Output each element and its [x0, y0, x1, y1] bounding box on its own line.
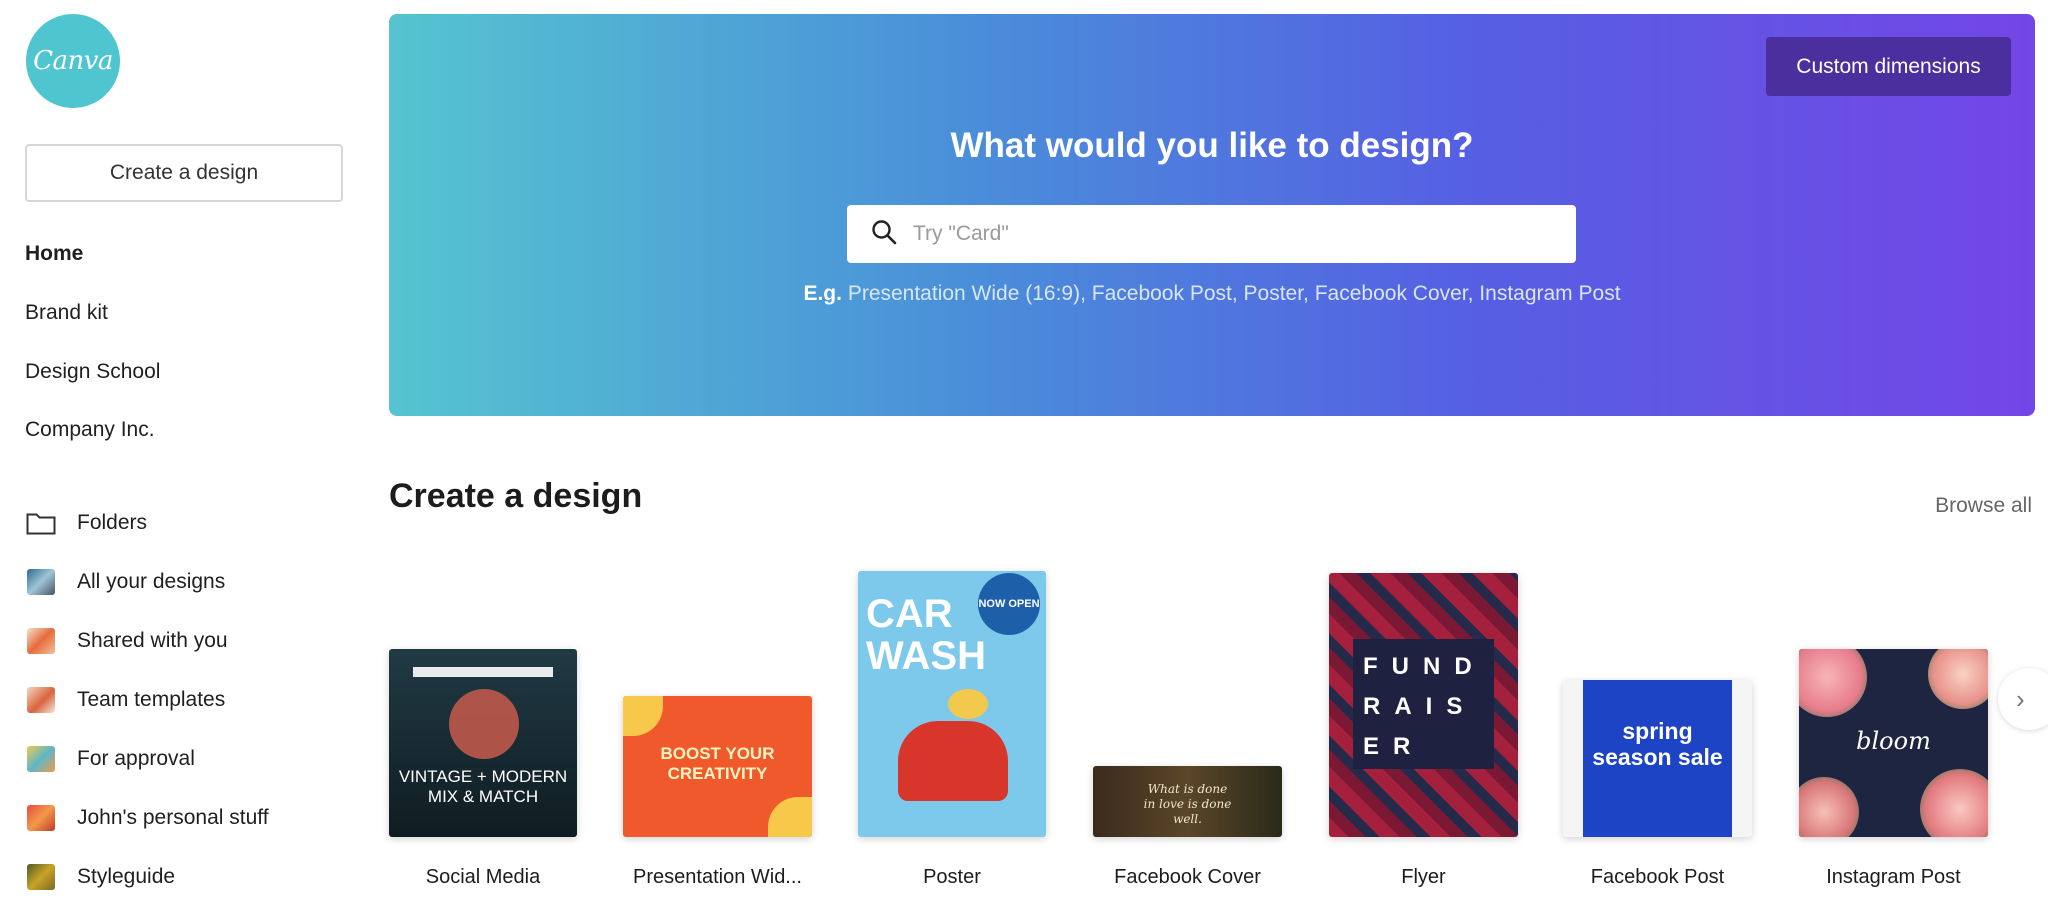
folder-icon [25, 510, 57, 536]
card-label: Poster [923, 866, 981, 888]
design-card-flyer[interactable]: FUND RAIS ER Flyer [1329, 573, 1518, 888]
sidebar-item-label: For approval [77, 747, 195, 770]
sidebar-item-johns-stuff[interactable]: John's personal stuff [25, 805, 269, 831]
nav-design-school[interactable]: Design School [25, 360, 160, 384]
sidebar-item-label: Styleguide [77, 865, 176, 888]
sidebar-item-label: John's personal stuff [77, 806, 269, 829]
facebook-cover-thumbnail: What is done in love is done well. [1093, 766, 1282, 837]
styleguide-thumbnail-icon [25, 864, 57, 890]
for-approval-thumbnail-icon [25, 746, 57, 772]
design-card-social-media[interactable]: VINTAGE + MODERN MIX & MATCH Social Medi… [389, 649, 577, 888]
shared-thumbnail-icon [25, 628, 57, 654]
flyer-thumbnail: FUND RAIS ER [1329, 573, 1518, 837]
sidebar-item-for-approval[interactable]: For approval [25, 746, 195, 772]
sidebar-item-team-templates[interactable]: Team templates [25, 687, 225, 713]
sidebar-item-label: Shared with you [77, 629, 228, 652]
sidebar-item-styleguide[interactable]: Styleguide [25, 864, 175, 890]
browse-all-link[interactable]: Browse all [1935, 494, 2032, 518]
sidebar-item-label: Folders [77, 511, 148, 534]
facebook-cover-thumb-text: What is done in love is done well. [1143, 782, 1232, 826]
flyer-thumb-text: FUND RAIS ER [1363, 653, 1486, 760]
design-card-facebook-post[interactable]: spring season sale Facebook Post [1563, 680, 1752, 888]
card-label: Presentation Wid... [633, 866, 802, 888]
card-label: Social Media [425, 866, 541, 888]
facebook-post-thumbnail: spring season sale [1563, 680, 1752, 837]
instagram-post-thumb-text: bloom [1856, 727, 1931, 755]
team-templates-thumbnail-icon [25, 687, 57, 713]
design-card-instagram-post[interactable]: bloom Instagram Post [1799, 649, 1988, 888]
logo-text: Canva [33, 46, 113, 76]
design-card-presentation[interactable]: BOOST YOUR CREATIVITY Presentation Wid..… [623, 696, 812, 888]
nav-brand-kit[interactable]: Brand kit [25, 301, 108, 325]
design-examples: E.g. Presentation Wide (16:9), Facebook … [389, 282, 2035, 306]
card-label: Facebook Post [1590, 866, 1725, 888]
examples-prefix: E.g. [803, 282, 842, 305]
sidebar: Canva Create a design Home Brand kit Des… [0, 0, 365, 904]
carousel-next-button[interactable]: › [1998, 668, 2048, 730]
social-media-thumb-text: VINTAGE + MODERN MIX & MATCH [398, 767, 568, 806]
poster-thumbnail: NOW OPEN CAR WASH [858, 571, 1046, 837]
search-input[interactable] [913, 222, 1533, 246]
johns-stuff-thumbnail-icon [25, 805, 57, 831]
chevron-right-icon: › [2016, 683, 2025, 714]
presentation-thumb-text: BOOST YOUR CREATIVITY [660, 744, 775, 783]
poster-thumb-text: CAR WASH [866, 592, 986, 678]
nav-company-inc[interactable]: Company Inc. [25, 418, 155, 442]
sidebar-item-shared[interactable]: Shared with you [25, 628, 228, 654]
presentation-thumbnail: BOOST YOUR CREATIVITY [623, 696, 812, 837]
card-label: Flyer [1401, 866, 1446, 888]
hero-title: What would you like to design? [950, 126, 1474, 165]
design-card-poster[interactable]: NOW OPEN CAR WASH Poster [858, 571, 1046, 888]
sidebar-item-all-designs[interactable]: All your designs [25, 569, 225, 595]
sidebar-item-label: Team templates [77, 688, 226, 711]
section-title: Create a design [389, 477, 643, 515]
nav-home[interactable]: Home [25, 242, 83, 266]
card-label: Instagram Post [1826, 866, 1961, 888]
design-card-facebook-cover[interactable]: What is done in love is done well. Faceb… [1093, 766, 1282, 888]
sidebar-item-label: All your designs [77, 570, 226, 593]
all-designs-thumbnail-icon [25, 569, 57, 595]
examples-links[interactable]: Presentation Wide (16:9), Facebook Post,… [848, 282, 1621, 305]
search-icon [871, 219, 897, 250]
instagram-post-thumbnail: bloom [1799, 649, 1988, 837]
design-search-box[interactable] [847, 205, 1576, 263]
custom-dimensions-button[interactable]: Custom dimensions [1766, 37, 2011, 96]
facebook-post-thumb-text: spring season sale [1592, 718, 1723, 770]
sidebar-item-folders[interactable]: Folders [25, 510, 147, 536]
create-design-button[interactable]: Create a design [25, 144, 343, 202]
canva-logo[interactable]: Canva [26, 14, 120, 108]
social-media-thumbnail: VINTAGE + MODERN MIX & MATCH [389, 649, 577, 837]
card-label: Facebook Cover [1114, 866, 1261, 888]
hero-banner: Custom dimensions What would you like to… [389, 14, 2035, 416]
